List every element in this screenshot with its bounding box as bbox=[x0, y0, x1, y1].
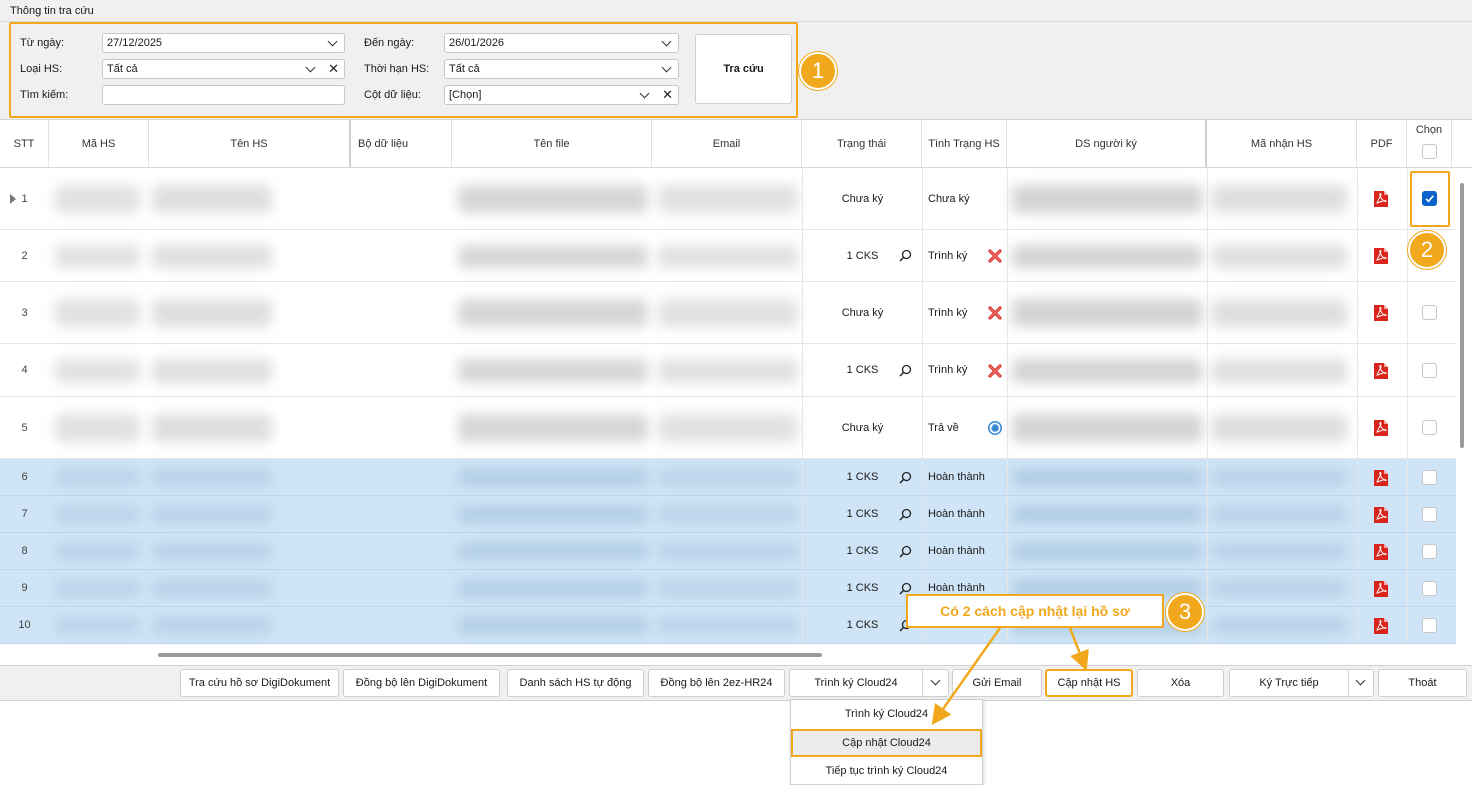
callout-arrows bbox=[931, 627, 1089, 726]
step-badge-3: 3 bbox=[1166, 593, 1204, 631]
callout-note: Có 2 cách cập nhật lại hồ sơ bbox=[906, 594, 1164, 628]
